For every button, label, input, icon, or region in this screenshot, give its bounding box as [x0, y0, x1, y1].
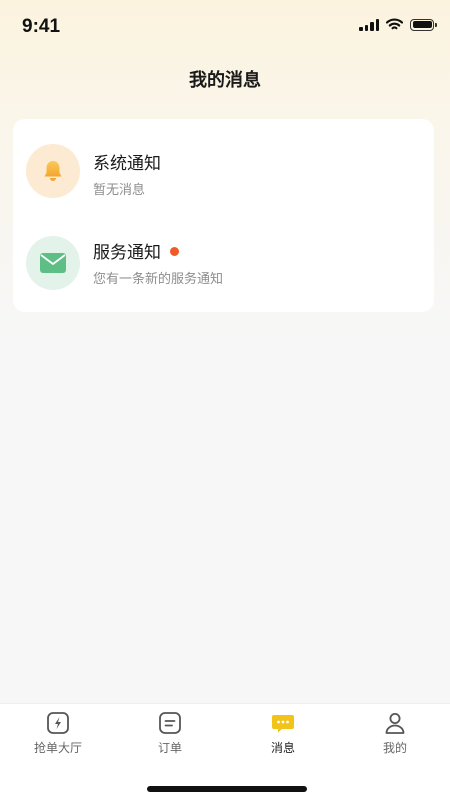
unread-dot: [170, 246, 179, 256]
status-icons: [359, 18, 437, 31]
tab-label: 我的: [382, 741, 407, 755]
bell-icon-circle: [26, 144, 80, 198]
message-subtitle: 暂无消息: [93, 183, 146, 198]
status-bar: 9:41: [0, 0, 450, 50]
cellular-signal-icon: [359, 18, 379, 31]
tab-orders[interactable]: 订单: [114, 704, 226, 774]
message-title: 系统通知: [93, 154, 161, 174]
message-title-text: 服务通知: [93, 243, 161, 263]
lightning-square-icon: [47, 712, 69, 734]
mail-icon-circle: [26, 236, 80, 290]
tab-label: 消息: [270, 741, 295, 755]
tab-grab-order-hall[interactable]: 抢单大厅: [2, 704, 114, 774]
wifi-icon: [386, 18, 403, 30]
tab-label: 抢单大厅: [33, 741, 82, 755]
tab-messages[interactable]: 消息: [227, 704, 339, 774]
tab-label: 订单: [157, 741, 182, 755]
message-title: 服务通知: [93, 238, 179, 263]
list-square-icon: [159, 712, 181, 734]
message-bubble-icon: [272, 715, 294, 733]
mail-icon: [40, 253, 66, 273]
status-time: 9:41: [22, 16, 61, 37]
page-title: 我的消息: [189, 70, 261, 91]
message-subtitle: 您有一条新的服务通知: [93, 272, 224, 287]
message-list-card: 系统通知 暂无消息 服务通知 您有一条新的服务通知: [13, 119, 434, 312]
user-icon: [385, 713, 405, 734]
bottom-tab-bar: 抢单大厅 订单 消息 我的: [0, 703, 450, 801]
bell-icon: [44, 161, 62, 181]
battery-icon: [410, 18, 437, 31]
home-indicator: [147, 786, 307, 792]
tab-mine[interactable]: 我的: [339, 704, 450, 774]
